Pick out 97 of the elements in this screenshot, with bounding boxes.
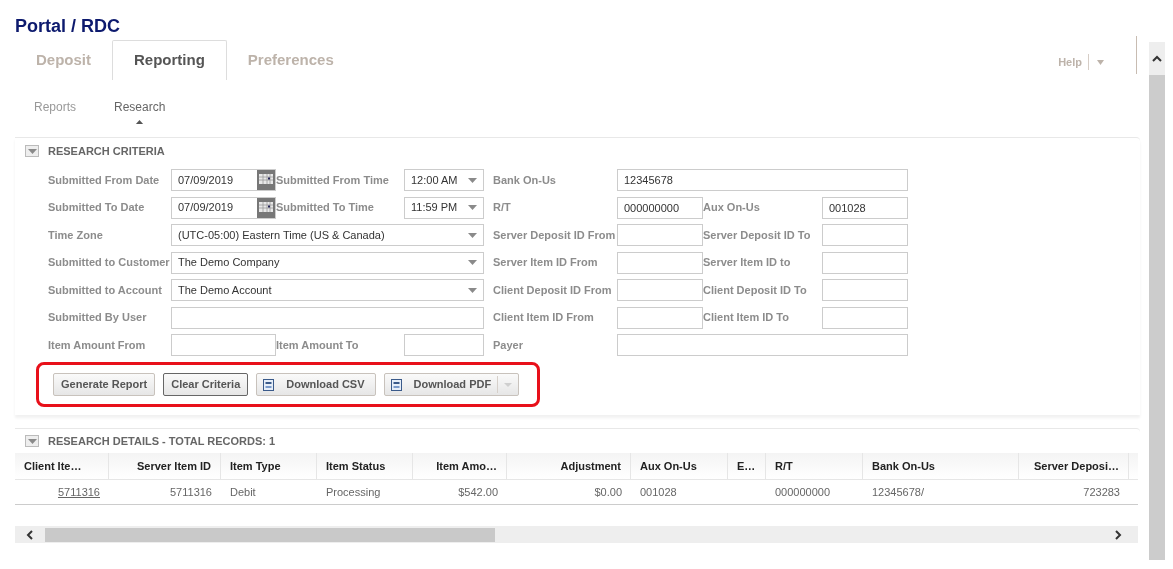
- table-cell-text: Debit: [230, 484, 256, 500]
- page-title: Portal / RDC: [15, 15, 120, 38]
- field-label: Submitted To Time: [276, 200, 375, 216]
- column-header[interactable]: E…: [728, 453, 766, 479]
- help-caret-icon[interactable]: [1097, 59, 1104, 65]
- nav-tab[interactable]: Reporting: [112, 40, 227, 80]
- field-label: Item Amount From: [48, 337, 147, 353]
- field-label: Server Deposit ID From: [493, 227, 617, 243]
- scroll-left-icon[interactable]: [26, 529, 34, 540]
- field-label: Submitted From Time: [276, 172, 390, 188]
- caret-icon: [468, 205, 477, 210]
- column-header[interactable]: Item Type: [221, 453, 317, 479]
- column-header[interactable]: Item Status: [317, 453, 413, 479]
- caret-icon[interactable]: [504, 382, 513, 387]
- text-field[interactable]: 000000000: [617, 196, 703, 219]
- caret-icon: [468, 177, 477, 183]
- text-field[interactable]: [617, 334, 908, 356]
- text-field[interactable]: 12345678: [617, 169, 908, 191]
- field-label: Submitted to Account: [48, 282, 163, 298]
- scroll-right-icon[interactable]: [1114, 529, 1122, 540]
- item-link[interactable]: 5711316: [58, 483, 100, 501]
- field-label: Client Deposit ID From: [493, 282, 613, 298]
- sub-tab[interactable]: Research: [114, 98, 166, 124]
- table-cell-text: $542.00: [458, 484, 498, 500]
- date-field[interactable]: 07/09/2019: [171, 169, 276, 191]
- text-field[interactable]: [617, 279, 703, 301]
- collapse-toggle[interactable]: [25, 435, 39, 447]
- field-label: R/T: [493, 200, 512, 216]
- table-cell-text: Processing: [326, 484, 381, 500]
- table-cell-text: 000000000: [775, 484, 831, 500]
- field-label: Client Item ID From: [493, 310, 595, 326]
- date-field[interactable]: 07/09/2019: [171, 196, 276, 219]
- table-cell-text: 12345678/: [872, 484, 924, 500]
- action-button[interactable]: Clear Criteria: [163, 373, 249, 396]
- vertical-scrollbar[interactable]: [1149, 42, 1165, 560]
- field-label: Aux On-Us: [703, 200, 761, 216]
- text-field[interactable]: [822, 306, 908, 329]
- field-label: Client Item ID To: [703, 310, 790, 326]
- collapse-toggle[interactable]: [25, 145, 39, 157]
- text-field[interactable]: [404, 334, 484, 356]
- field-label: Bank On-Us: [493, 172, 557, 188]
- text-field[interactable]: [617, 306, 703, 329]
- collapse-caret-icon: [27, 148, 37, 154]
- dropdown-field[interactable]: 11:59 PM: [404, 196, 484, 219]
- scrollbar-thumb[interactable]: [45, 527, 495, 542]
- text-field[interactable]: [617, 224, 703, 246]
- dropdown-field[interactable]: The Demo Account: [171, 279, 484, 301]
- download-split-button[interactable]: Download PDF: [383, 373, 520, 396]
- table-cell-text: $0.00: [594, 484, 622, 500]
- text-field[interactable]: [171, 306, 484, 329]
- text-field[interactable]: [617, 251, 703, 274]
- dropdown-field[interactable]: The Demo Company: [171, 251, 484, 274]
- field-label: Submitted to Customer: [48, 255, 171, 271]
- table-cell-text: 5711316: [170, 484, 212, 500]
- field-label: Time Zone: [48, 227, 104, 243]
- column-header[interactable]: Aux On-Us: [631, 453, 728, 479]
- text-field[interactable]: 001028: [822, 196, 908, 219]
- field-label: Client Deposit ID To: [703, 282, 808, 298]
- caret-icon: [468, 232, 477, 238]
- field-label: Payer: [493, 337, 524, 353]
- dropdown-field[interactable]: 12:00 AM: [404, 169, 484, 191]
- table-cell-text: 723283: [1083, 484, 1120, 500]
- field-label: Server Deposit ID To: [703, 227, 812, 243]
- text-field[interactable]: [822, 224, 908, 246]
- download-button[interactable]: Download CSV: [256, 373, 376, 396]
- section-title: RESEARCH DETAILS - TOTAL RECORDS: 1: [48, 433, 276, 449]
- text-field[interactable]: [171, 334, 276, 356]
- calendar-icon[interactable]: [257, 197, 275, 218]
- dropdown-field[interactable]: (UTC-05:00) Eastern Time (US & Canada): [171, 224, 484, 246]
- horizontal-scrollbar[interactable]: [15, 526, 1138, 543]
- action-button[interactable]: Generate Report: [53, 373, 156, 396]
- field-label: Submitted To Date: [48, 200, 146, 216]
- section-title: RESEARCH CRITERIA: [48, 143, 165, 159]
- scroll-up-icon[interactable]: [1152, 55, 1162, 62]
- collapse-caret-icon: [27, 438, 37, 444]
- column-header[interactable]: Server Deposi…: [1019, 453, 1129, 479]
- column-header[interactable]: Server Item ID: [109, 453, 221, 479]
- calendar-icon[interactable]: [257, 170, 275, 190]
- column-header[interactable]: R/T: [766, 453, 863, 479]
- text-field[interactable]: [822, 279, 908, 301]
- download-pdf-label[interactable]: Download PDF: [413, 376, 499, 393]
- column-header[interactable]: Client Ite…: [15, 453, 109, 479]
- text-field[interactable]: [822, 251, 908, 274]
- column-header[interactable]: Bank On-Us: [863, 453, 1019, 479]
- document-icon: [263, 378, 275, 391]
- field-label: Server Item ID From: [493, 255, 599, 271]
- field-label: Submitted By User: [48, 310, 148, 326]
- document-icon: [390, 378, 402, 391]
- column-header[interactable]: Adjustment: [507, 453, 631, 479]
- table-cell-text: 001028: [640, 484, 677, 500]
- selected-caret-icon: [135, 120, 145, 124]
- field-label: Item Amount To: [276, 337, 360, 353]
- caret-icon: [468, 260, 477, 265]
- field-label: Submitted From Date: [48, 172, 161, 188]
- field-label: Server Item ID to: [703, 255, 792, 271]
- caret-icon: [468, 287, 477, 293]
- column-header[interactable]: Item Amo…: [413, 453, 507, 479]
